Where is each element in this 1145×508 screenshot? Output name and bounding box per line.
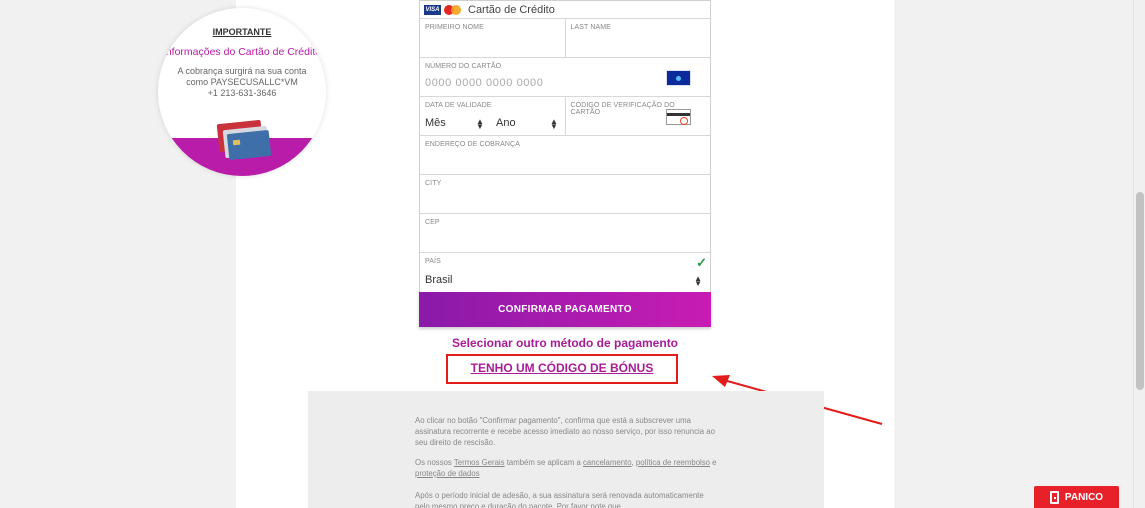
bonus-code-highlight-box: TENHO UM CÓDIGO DE BÓNUS	[446, 354, 678, 384]
year-select-arrows-icon: ▲ ▼	[550, 117, 558, 131]
refund-policy-link[interactable]: política de reembolso	[636, 458, 710, 467]
card-number-field[interactable]: NÚMERO DO CARTÃO 0000 0000 0000 0000	[420, 58, 710, 96]
flag-icon	[666, 70, 691, 86]
country-value: Brasil	[425, 274, 453, 286]
card-number-placeholder: 0000 0000 0000 0000	[425, 77, 544, 89]
visa-icon: VISA	[424, 4, 441, 15]
card-number-label: NÚMERO DO CARTÃO	[425, 63, 502, 70]
form-header: VISA Cartão de Crédito	[420, 1, 710, 19]
city-label: CITY	[425, 180, 442, 187]
confirm-payment-button[interactable]: CONFIRMAR PAGAMENTO	[419, 292, 711, 327]
terms-general-link[interactable]: Termos Gerais	[454, 458, 505, 467]
year-select[interactable]: Ano	[496, 117, 516, 129]
city-field[interactable]: CITY	[420, 175, 710, 213]
panic-button[interactable]: PANICO	[1034, 486, 1119, 508]
info-billing-line1: A cobrança surgirá na sua conta	[177, 66, 307, 76]
country-label: PAÍS	[425, 258, 441, 265]
expiry-field: DATA DE VALIDADE Mês ▲ ▼ Ano ▲ ▼	[420, 97, 565, 135]
door-exit-icon	[1049, 490, 1059, 504]
last-name-field[interactable]: LAST NAME	[564, 19, 711, 57]
vertical-scrollbar[interactable]	[1133, 0, 1145, 508]
data-protection-link[interactable]: proteção de dados	[415, 469, 480, 478]
billing-address-label: ENDEREÇO DE COBRANÇA	[425, 141, 520, 148]
terms-paragraph-3: Após o período inicial de adesão, a sua …	[415, 491, 704, 508]
cvv-field[interactable]: CÓDIGO DE VERIFICAÇÃO DO CARTÃO	[564, 97, 711, 135]
country-select-arrows-icon: ▲ ▼	[694, 274, 702, 288]
zip-field[interactable]: CEP	[420, 214, 710, 252]
payment-info-circle: IMPORTANTE Informações do Cartão de Créd…	[158, 8, 326, 176]
credit-card-form: VISA Cartão de Crédito PRIMEIRO NOME LAS…	[419, 0, 711, 293]
checkmark-icon: ✓	[696, 255, 707, 270]
cancellation-link[interactable]: cancelamento	[583, 458, 632, 467]
terms-section: Ao clicar no botão "Confirmar pagamento"…	[308, 391, 824, 508]
expiry-label: DATA DE VALIDADE	[425, 102, 492, 109]
panic-label: PANICO	[1064, 491, 1104, 503]
billing-address-field[interactable]: ENDEREÇO DE COBRANÇA	[420, 136, 710, 174]
credit-cards-illustration	[216, 120, 272, 160]
terms-paragraph-2: Os nossos Termos Gerais também se aplica…	[415, 457, 720, 479]
mastercard-icon	[444, 4, 462, 15]
month-select[interactable]: Mês	[425, 117, 446, 129]
first-name-field[interactable]: PRIMEIRO NOME	[420, 19, 565, 57]
month-select-arrows-icon: ▲ ▼	[476, 117, 484, 131]
last-name-label: LAST NAME	[570, 24, 611, 31]
info-subtitle: Informações do Cartão de Crédito	[162, 46, 322, 58]
terms-text: e	[710, 458, 717, 467]
terms-text: Os nossos	[415, 458, 454, 467]
info-billing-line2: como PAYSECUSALLC*VM	[186, 77, 298, 87]
scrollbar-thumb[interactable]	[1136, 192, 1144, 390]
terms-text: também se aplicam a	[504, 458, 583, 467]
form-header-label: Cartão de Crédito	[468, 3, 555, 16]
bonus-code-link[interactable]: TENHO UM CÓDIGO DE BÓNUS	[448, 361, 676, 375]
first-name-label: PRIMEIRO NOME	[425, 24, 484, 31]
zip-label: CEP	[425, 219, 440, 226]
terms-paragraph-1: Ao clicar no botão "Confirmar pagamento"…	[415, 416, 715, 447]
info-title: IMPORTANTE	[212, 27, 272, 37]
info-phone: +1 213-631-3646	[207, 88, 277, 98]
select-other-payment-method-link[interactable]: Selecionar outro método de pagamento	[419, 336, 711, 350]
cvv-card-icon	[666, 109, 691, 125]
country-select[interactable]: PAÍS ✓ Brasil ▲ ▼	[420, 253, 710, 292]
